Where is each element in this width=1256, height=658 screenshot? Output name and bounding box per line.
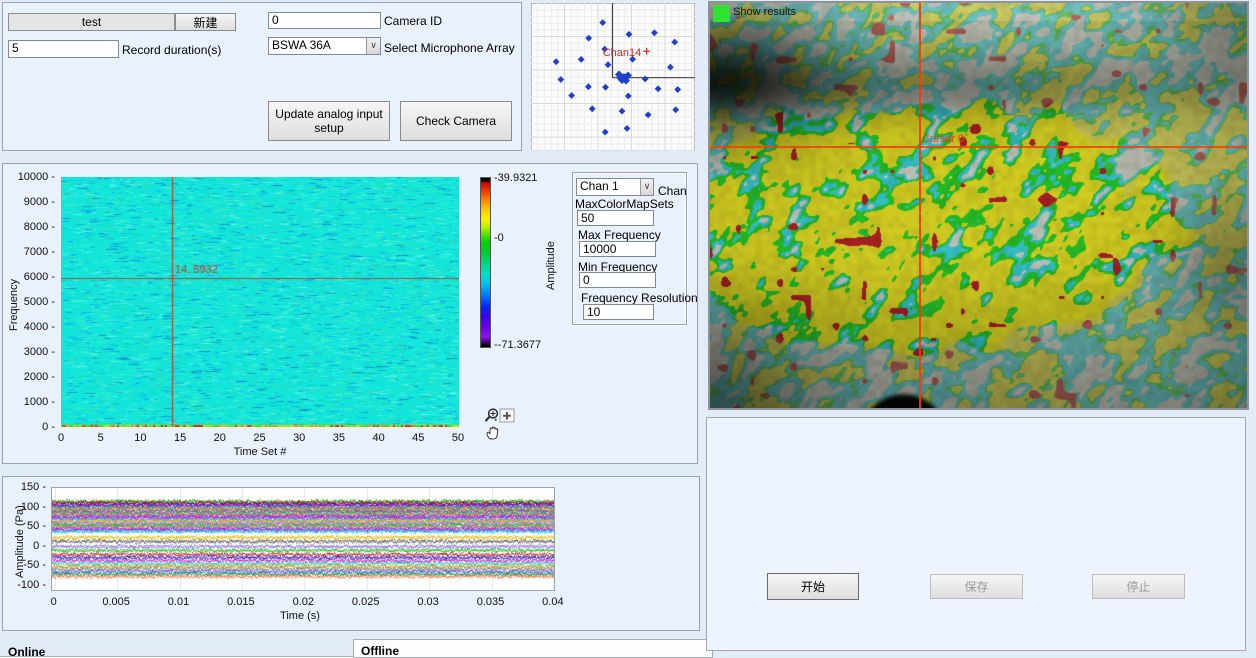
svg-text:Chan14: Chan14 xyxy=(603,47,642,59)
